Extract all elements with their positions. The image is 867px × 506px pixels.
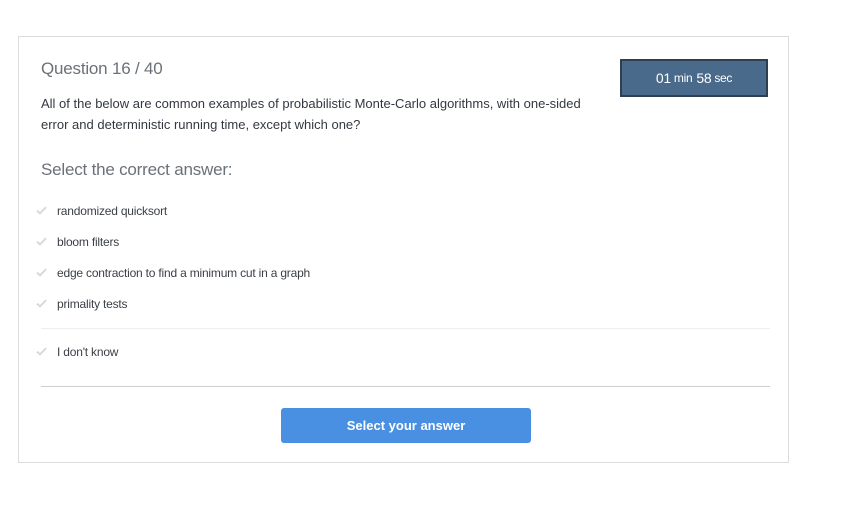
timer-seconds-unit: sec <box>714 71 733 85</box>
answer-option-label: primality tests <box>57 296 128 311</box>
checkmark-icon <box>33 234 49 250</box>
question-text: All of the below are common examples of … <box>41 96 581 132</box>
answer-option-3[interactable]: edge contraction to find a minimum cut i… <box>33 257 769 288</box>
answer-prompt: Select the correct answer: <box>41 160 233 179</box>
question-title: Question 16 / 40 <box>41 59 163 78</box>
checkmark-icon <box>33 344 49 360</box>
dont-know-options: I don't know <box>33 336 769 367</box>
question-card: Question 16 / 40 All of the below are co… <box>18 36 789 463</box>
timer-minutes: 01 <box>655 70 671 86</box>
answer-option-label: bloom filters <box>57 234 120 249</box>
timer-seconds: 58 <box>696 70 712 86</box>
divider <box>41 328 770 329</box>
divider <box>41 386 770 387</box>
answer-option-1[interactable]: randomized quicksort <box>33 195 769 226</box>
timer-minutes-unit: min <box>673 71 693 85</box>
countdown-timer: 01 min 58 sec <box>620 59 768 97</box>
answer-option-label: I don't know <box>57 344 119 359</box>
checkmark-icon <box>33 265 49 281</box>
select-answer-button[interactable]: Select your answer <box>281 408 531 443</box>
answer-option-2[interactable]: bloom filters <box>33 226 769 257</box>
answer-option-label: edge contraction to find a minimum cut i… <box>57 265 311 280</box>
answer-option-dont-know[interactable]: I don't know <box>33 336 769 367</box>
answer-option-4[interactable]: primality tests <box>33 288 769 319</box>
answer-options: randomized quicksort bloom filters edge … <box>33 195 769 319</box>
checkmark-icon <box>33 203 49 219</box>
answer-option-label: randomized quicksort <box>57 203 168 218</box>
checkmark-icon <box>33 296 49 312</box>
